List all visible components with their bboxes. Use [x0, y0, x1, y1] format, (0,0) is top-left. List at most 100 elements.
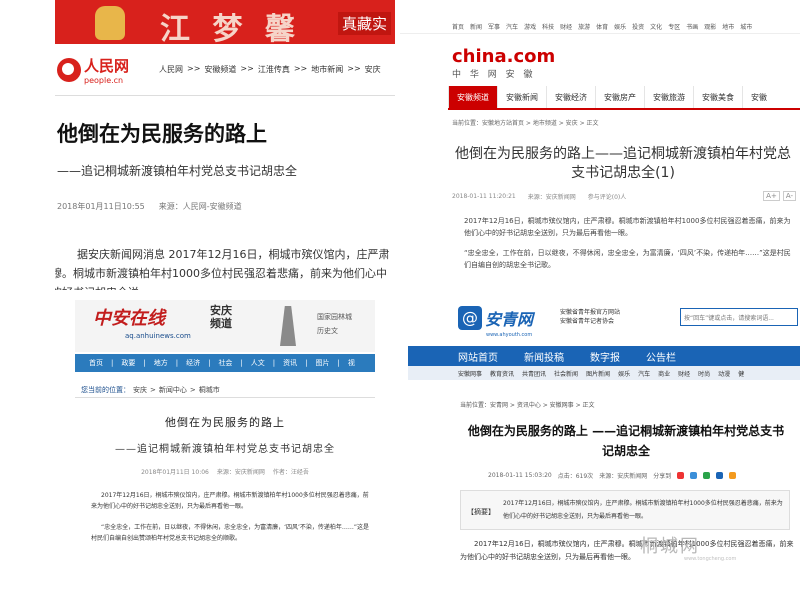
crumb-link[interactable]: 人民网 [159, 64, 183, 75]
logo-text: china.com [452, 46, 556, 67]
channel-name: 安庆 频道 [210, 304, 232, 330]
article-abstract: 【摘要】 2017年12月16日，桐城市殡仪馆内，庄严肃穆。桐城市新渡镇柏年村1… [460, 490, 790, 530]
article-source: 来源：安庆新闻网 [216, 469, 265, 476]
crumb-link[interactable]: 安庆 [365, 64, 381, 75]
tab-anhui-food[interactable]: 安徽美食 [693, 86, 742, 108]
sub-nav-item[interactable]: 财经 [678, 369, 690, 378]
share-weibo-icon[interactable] [677, 472, 685, 479]
top-nav-item[interactable]: 军事 [488, 22, 500, 31]
gift-bag-icon [95, 6, 125, 40]
abstract-label: 【摘要】 [467, 508, 495, 516]
top-nav-item[interactable]: 体育 [596, 22, 608, 31]
nav-submit[interactable]: 新闻投稿 [524, 349, 564, 364]
nav-item[interactable]: 图片 [316, 358, 330, 368]
crumb-sep: >> [240, 64, 254, 73]
crumb-link[interactable]: 安徽频道 [204, 64, 236, 75]
sub-nav-item[interactable]: 商业 [658, 369, 670, 378]
share-label: 分享到 [653, 473, 672, 480]
nav-home[interactable]: 网站首页 [458, 349, 498, 364]
nav-epaper[interactable]: 数字报 [590, 349, 620, 364]
search-input[interactable]: 按“回车”键或点击，请搜索词语... [680, 308, 798, 326]
top-nav-item[interactable]: 投资 [632, 22, 644, 31]
share-renren-icon[interactable] [716, 472, 724, 479]
channel-city: 安庆 [210, 304, 232, 317]
watermark-url: www.tongcheng.com [684, 556, 737, 562]
top-nav-item[interactable]: 科技 [542, 22, 554, 31]
top-nav-item[interactable]: 旅游 [578, 22, 590, 31]
anhuinews-logo[interactable]: 中安在线 [93, 304, 165, 330]
top-nav-item[interactable]: 书画 [686, 22, 698, 31]
article-subtitle: ——追记桐城新渡镇柏年村党总支书记胡忠全 [57, 164, 298, 178]
top-nav-item[interactable]: 地市 [722, 22, 734, 31]
share-qzone-icon[interactable] [690, 472, 698, 479]
tab-anhui-news[interactable]: 安徽新闻 [497, 86, 546, 108]
sub-nav-item[interactable]: 动漫 [718, 369, 730, 378]
article-body: 2017年12月16日，桐城市殡仪馆内，庄严肃穆。桐城市新渡镇柏年村1000多位… [91, 490, 373, 544]
sub-nav-item[interactable]: 社会新闻 [554, 369, 578, 378]
logo-en: people.cn [84, 75, 124, 85]
sub-nav-item[interactable]: 教育资讯 [490, 369, 514, 378]
nav-item[interactable]: 地方 [154, 358, 168, 368]
sub-nav-item[interactable]: 时尚 [698, 369, 710, 378]
site-url: aq.anhuinews.com [125, 332, 191, 340]
channel-tabs: 安徽频道 安徽新闻 安徽经济 安徽房产 安徽旅游 安徽美食 安徽 [448, 86, 800, 110]
nav-item[interactable]: 政要 [121, 358, 135, 368]
comments-link[interactable]: 参与评论(0)人 [588, 192, 627, 201]
top-nav-item[interactable]: 新闻 [470, 22, 482, 31]
tab-anhui-channel[interactable]: 安徽频道 [448, 86, 497, 108]
nav-item[interactable]: 首页 [89, 358, 103, 368]
top-nav-item[interactable]: 专区 [668, 22, 680, 31]
article-source[interactable]: 来源：人民网-安徽频道 [159, 201, 242, 212]
site-header: @ 安青网 www.ahyouth.com 安徽省青年报官方网站 安徽省青年记者… [408, 300, 800, 342]
nav-item[interactable]: 经济 [186, 358, 200, 368]
people-logo[interactable]: 人民网 people.cn [57, 55, 129, 85]
share-wechat-icon[interactable] [703, 472, 711, 479]
nav-notice[interactable]: 公告栏 [646, 349, 676, 364]
top-nav-item[interactable]: 观影 [704, 22, 716, 31]
site-header: 人民网 people.cn 人民网 >> 安徽频道 >> 江淮传真 >> 地市新… [55, 44, 395, 96]
abstract-text: 2017年12月16日，桐城市殡仪馆内，庄严肃穆。桐城市新渡镇柏年村1000多位… [503, 500, 783, 520]
font-increase-button[interactable]: A+ [763, 191, 780, 201]
article-date: 2018年01月11日 10:06 [141, 469, 209, 476]
top-nav-item[interactable]: 首页 [452, 22, 464, 31]
sub-nav-item[interactable]: 汽车 [638, 369, 650, 378]
china-com-logo[interactable]: china.com 中 华 网 安 徽 [452, 46, 800, 80]
tab-anhui-realestate[interactable]: 安徽房产 [595, 86, 644, 108]
top-nav-item[interactable]: 城市 [740, 22, 752, 31]
breadcrumb: 人民网 >> 安徽频道 >> 江淮传真 >> 地市新闻 >> 安庆 [159, 64, 381, 75]
nav-item[interactable]: 人文 [251, 358, 265, 368]
tab-anhui-economy[interactable]: 安徽经济 [546, 86, 595, 108]
top-nav-item[interactable]: 游戏 [524, 22, 536, 31]
sub-nav-item[interactable]: 安徽网事 [458, 369, 482, 378]
tab-anhui-more[interactable]: 安徽 [742, 86, 775, 108]
ad-banner[interactable]: 江 梦 馨 真藏实 [55, 0, 395, 47]
logo-url: www.ahyouth.com [486, 332, 533, 338]
ahyouth-logo[interactable]: @ 安青网 www.ahyouth.com [458, 306, 533, 338]
top-nav-item[interactable]: 汽车 [506, 22, 518, 31]
crumb-link[interactable]: 地市新闻 [311, 64, 343, 75]
nav-item[interactable]: 视 [348, 358, 355, 368]
tab-anhui-travel[interactable]: 安徽旅游 [644, 86, 693, 108]
top-nav-item[interactable]: 财经 [560, 22, 572, 31]
sub-nav-item[interactable]: 共青团讯 [522, 369, 546, 378]
crumb-link[interactable]: 江淮传真 [258, 64, 290, 75]
sub-nav-item[interactable]: 健 [738, 369, 744, 378]
crumb-link[interactable]: 安庆 [133, 385, 147, 395]
pagoda-icon [280, 306, 296, 346]
article-title: 他倒在为民服务的路上——追记桐城新渡镇柏年村党总支书记胡忠全(1) [455, 146, 791, 181]
sub-nav-item[interactable]: 图片新闻 [586, 369, 610, 378]
share-more-icon[interactable] [729, 472, 737, 479]
people-cn-panel: 江 梦 馨 真藏实 人民网 people.cn 人民网 >> 安徽频道 >> 江… [55, 0, 395, 290]
site-header: 中安在线 安庆 频道 aq.anhuinews.com 国家园林城 历史文 [75, 300, 375, 352]
crumb-link[interactable]: 桐城市 [199, 385, 220, 395]
crumb-sep: > [189, 385, 196, 394]
top-nav-item[interactable]: 文化 [650, 22, 662, 31]
paragraph: 2017年12月16日，桐城市殡仪馆内，庄严肃穆。桐城市新渡镇柏年村1000多位… [464, 217, 791, 237]
sub-nav-item[interactable]: 娱乐 [618, 369, 630, 378]
crumb-link[interactable]: 新闻中心 [159, 385, 187, 395]
ahyouth-panel: @ 安青网 www.ahyouth.com 安徽省青年报官方网站 安徽省青年记者… [408, 300, 800, 593]
top-nav-item[interactable]: 娱乐 [614, 22, 626, 31]
nav-item[interactable]: 社会 [218, 358, 232, 368]
font-decrease-button[interactable]: A- [782, 191, 796, 201]
nav-item[interactable]: 资讯 [283, 358, 297, 368]
